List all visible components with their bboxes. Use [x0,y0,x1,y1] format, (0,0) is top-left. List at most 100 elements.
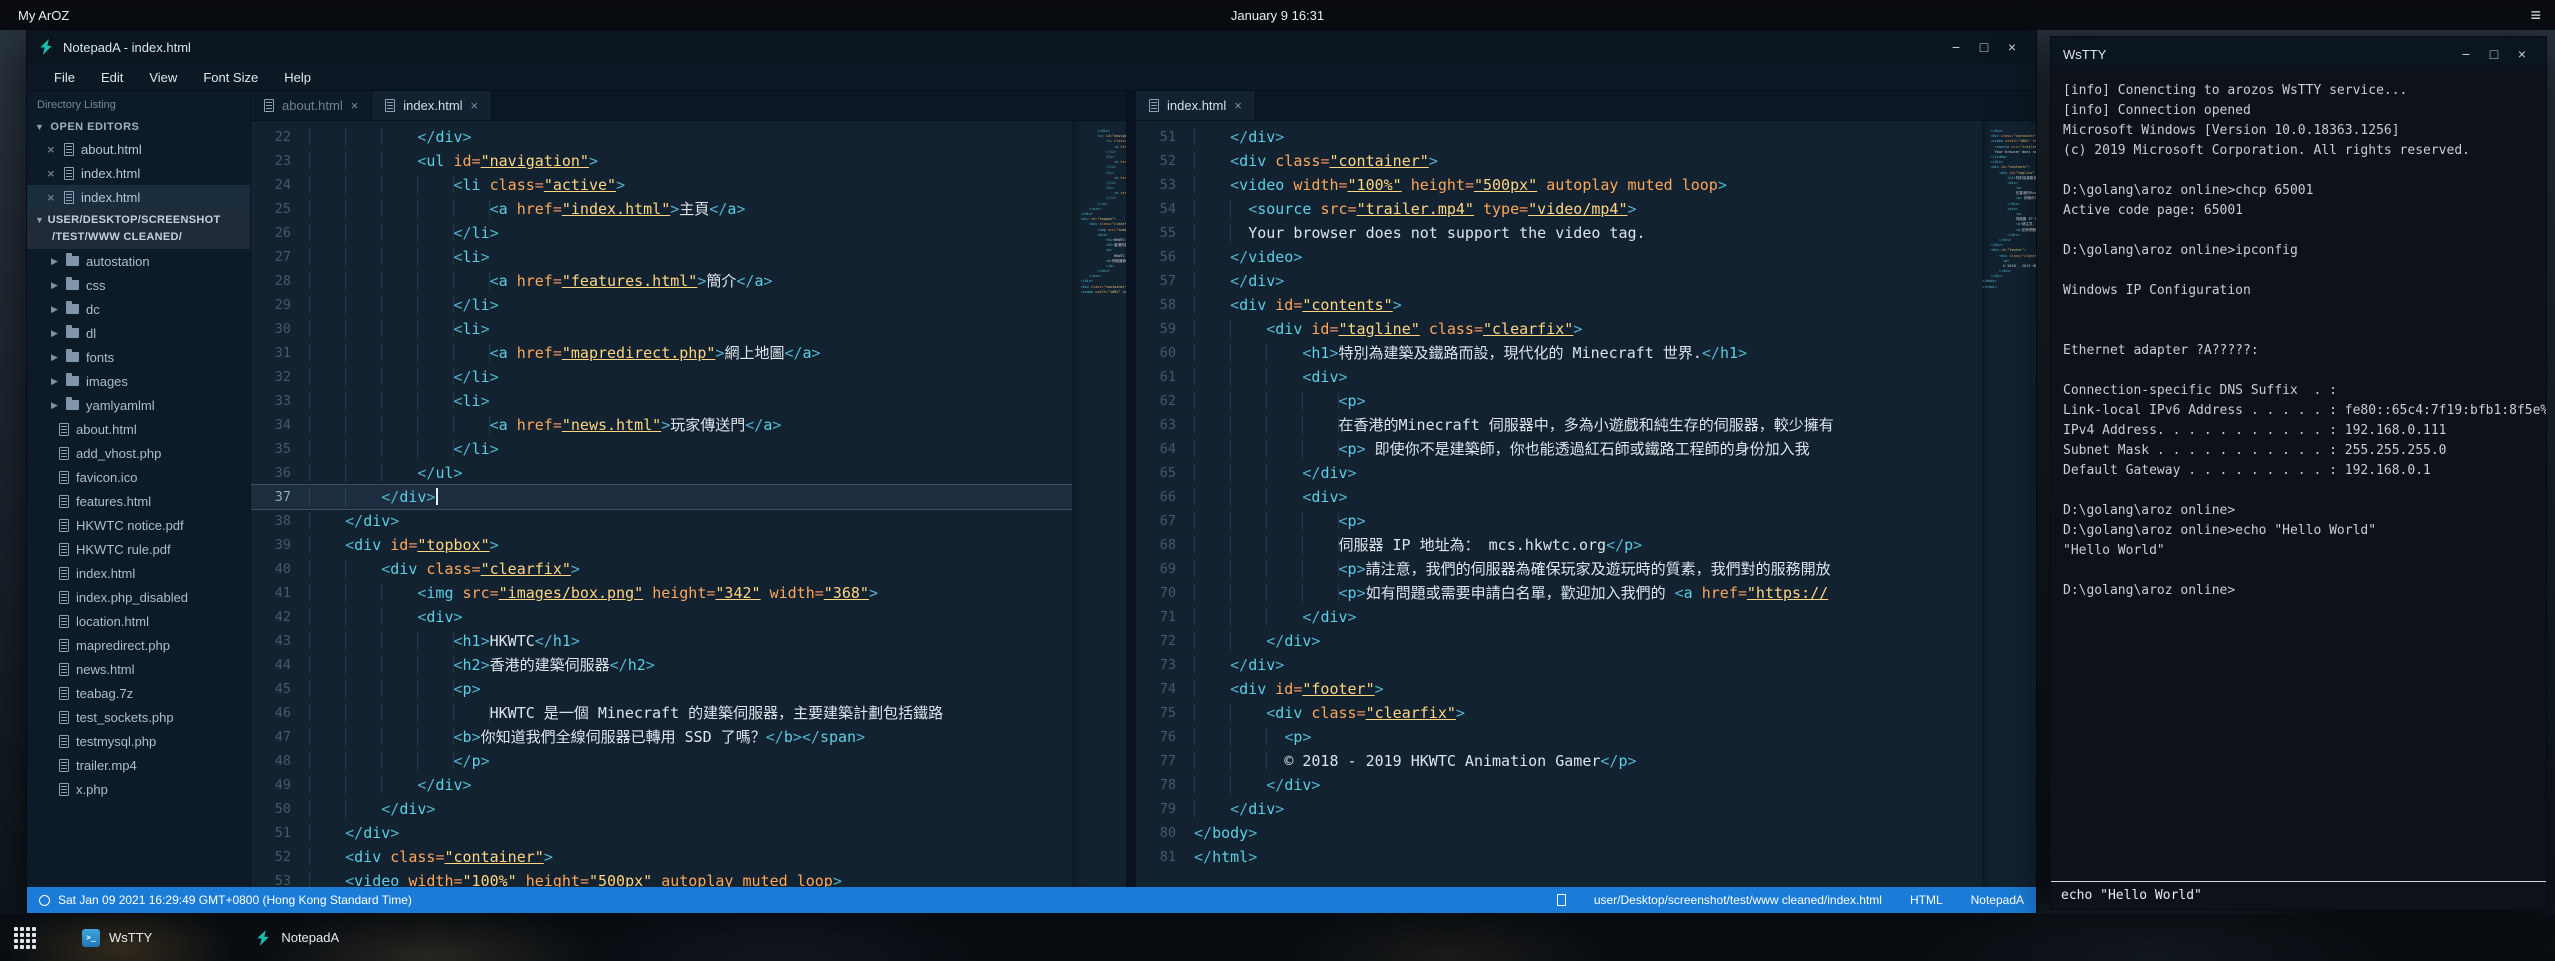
code-line-26[interactable]: 26 </li> [251,221,1072,245]
code-area[interactable]: 22 </div>23 <ul id="navigation">24 <li c… [251,121,1072,887]
code-line-77[interactable]: 77 © 2018 - 2019 HKWTC Animation Gamer</… [1136,749,1982,773]
code-line-56[interactable]: 56 </video> [1136,245,1982,269]
taskbar-item-wstty[interactable]: >_ WsTTY [66,922,168,954]
code-line-43[interactable]: 43 <h1>HKWTC</h1> [251,629,1072,653]
statusbar-language[interactable]: HTML [1910,893,1943,907]
code-line-25[interactable]: 25 <a href="index.html">主頁</a> [251,197,1072,221]
menu-edit[interactable]: Edit [88,64,136,91]
code-line-47[interactable]: 47 <b>你知道我們全線伺服器已轉用 SSD 了嗎？</b></span> [251,725,1072,749]
tree-file[interactable]: trailer.mp4 [27,753,250,777]
wstty-titlebar[interactable]: WsTTY − □ × [2051,37,2546,71]
workspace-header[interactable]: ▼ USER/DESKTOP/SCREENSHOT /TEST/WWW CLEA… [27,209,250,249]
tree-file[interactable]: features.html [27,489,250,513]
close-icon[interactable]: × [47,142,57,157]
code-line-31[interactable]: 31 <a href="mapredirect.php">網上地圖</a> [251,341,1072,365]
code-line-75[interactable]: 75 <div class="clearfix"> [1136,701,1982,725]
menu-font-size[interactable]: Font Size [190,64,271,91]
code-line-32[interactable]: 32 </li> [251,365,1072,389]
code-line-61[interactable]: 61 <div> [1136,365,1982,389]
terminal-input-line[interactable]: echo "Hello World" [2051,881,2546,909]
hamburger-menu-icon[interactable]: ≡ [2530,0,2541,30]
editor-split-divider[interactable] [1126,91,1136,887]
code-line-81[interactable]: 81</html> [1136,845,1982,869]
tree-folder[interactable]: ▶images [27,369,250,393]
code-line-37[interactable]: 37 </div> [251,485,1072,509]
notepad-titlebar[interactable]: NotepadA - index.html − □ × [27,30,2036,64]
code-line-59[interactable]: 59 <div id="tagline" class="clearfix"> [1136,317,1982,341]
code-line-69[interactable]: 69 <p>請注意，我們的伺服器為確保玩家及遊玩時的質素，我們對的服務開放 [1136,557,1982,581]
minimize-button[interactable]: − [2452,37,2480,71]
code-line-41[interactable]: 41 <img src="images/box.png" height="342… [251,581,1072,605]
code-line-54[interactable]: 54 <source src="trailer.mp4" type="video… [1136,197,1982,221]
tree-folder[interactable]: ▶autostation [27,249,250,273]
code-line-64[interactable]: 64 <p> 即使你不是建築師，你也能透過紅石師或鐵路工程師的身份加入我 [1136,437,1982,461]
tree-file[interactable]: HKWTC rule.pdf [27,537,250,561]
code-line-68[interactable]: 68 伺服器 IP 地址為： mcs.hkwtc.org</p> [1136,533,1982,557]
tab-close-icon[interactable]: × [351,98,359,113]
tree-file[interactable]: add_vhost.php [27,441,250,465]
code-line-35[interactable]: 35 </li> [251,437,1072,461]
code-line-80[interactable]: 80</body> [1136,821,1982,845]
tree-file[interactable]: HKWTC notice.pdf [27,513,250,537]
code-line-65[interactable]: 65 </div> [1136,461,1982,485]
code-line-66[interactable]: 66 <div> [1136,485,1982,509]
open-editor-item[interactable]: ×index.html [27,185,250,209]
code-line-50[interactable]: 50 </div> [251,797,1072,821]
tree-folder[interactable]: ▶css [27,273,250,297]
tree-file[interactable]: test_sockets.php [27,705,250,729]
maximize-button[interactable]: □ [2480,37,2508,71]
code-line-79[interactable]: 79 </div> [1136,797,1982,821]
code-line-45[interactable]: 45 <p> [251,677,1072,701]
tree-file[interactable]: news.html [27,657,250,681]
code-line-22[interactable]: 22 </div> [251,125,1072,149]
code-line-23[interactable]: 23 <ul id="navigation"> [251,149,1072,173]
code-line-73[interactable]: 73 </div> [1136,653,1982,677]
statusbar-filepath[interactable]: user/Desktop/screenshot/test/www cleaned… [1594,893,1882,907]
tree-file[interactable]: favicon.ico [27,465,250,489]
code-line-51[interactable]: 51 </div> [251,821,1072,845]
code-line-71[interactable]: 71 </div> [1136,605,1982,629]
code-line-48[interactable]: 48 </p> [251,749,1072,773]
system-menu-title[interactable]: My ArOZ [0,8,69,23]
code-line-42[interactable]: 42 <div> [251,605,1072,629]
code-line-67[interactable]: 67 <p> [1136,509,1982,533]
code-line-53[interactable]: 53 <video width="100%" height="500px" au… [1136,173,1982,197]
code-line-40[interactable]: 40 <div class="clearfix"> [251,557,1072,581]
code-area[interactable]: 51 </div>52 <div class="container">53 <v… [1136,121,1982,887]
code-line-63[interactable]: 63 在香港的Minecraft 伺服器中，多為小遊戲和純生存的伺服器，較少擁有 [1136,413,1982,437]
tree-folder[interactable]: ▶yamlyamlml [27,393,250,417]
code-line-70[interactable]: 70 <p>如有問題或需要申請白名單，歡迎加入我們的 <a href="http… [1136,581,1982,605]
minimap[interactable]: </div> <div class="container"> <video wi… [1982,121,2036,887]
tree-file[interactable]: location.html [27,609,250,633]
terminal-output[interactable]: [info] Conencting to arozos WsTTY servic… [2051,71,2546,881]
tab-about.html[interactable]: about.html× [251,91,372,120]
code-line-53[interactable]: 53 <video width="100%" height="500px" au… [251,869,1072,887]
tree-folder[interactable]: ▶fonts [27,345,250,369]
menu-file[interactable]: File [41,64,88,91]
menu-view[interactable]: View [136,64,190,91]
code-line-27[interactable]: 27 <li> [251,245,1072,269]
code-line-55[interactable]: 55 Your browser does not support the vid… [1136,221,1982,245]
code-line-36[interactable]: 36 </ul> [251,461,1072,485]
code-line-51[interactable]: 51 </div> [1136,125,1982,149]
code-line-46[interactable]: 46 HKWTC 是一個 Minecraft 的建築伺服器，主要建築計劃包括鐵路 [251,701,1072,725]
close-button[interactable]: × [1998,30,2026,64]
minimap[interactable]: </div> <ul id="navigation"> <li class="a… [1072,121,1126,887]
tree-folder[interactable]: ▶dc [27,297,250,321]
open-editor-item[interactable]: ×about.html [27,137,250,161]
tree-file[interactable]: x.php [27,777,250,801]
code-line-33[interactable]: 33 <li> [251,389,1072,413]
tab-index.html[interactable]: index.html× [1136,91,1256,120]
code-line-24[interactable]: 24 <li class="active"> [251,173,1072,197]
maximize-button[interactable]: □ [1970,30,1998,64]
code-line-60[interactable]: 60 <h1>特別為建築及鐵路而設，現代化的 Minecraft 世界.</h1… [1136,341,1982,365]
code-line-62[interactable]: 62 <p> [1136,389,1982,413]
code-line-30[interactable]: 30 <li> [251,317,1072,341]
code-line-52[interactable]: 52 <div class="container"> [1136,149,1982,173]
code-line-78[interactable]: 78 </div> [1136,773,1982,797]
code-line-52[interactable]: 52 <div class="container"> [251,845,1072,869]
tab-close-icon[interactable]: × [1234,98,1242,113]
open-editor-item[interactable]: ×index.html [27,161,250,185]
app-grid-icon[interactable] [10,923,40,953]
minimize-button[interactable]: − [1942,30,1970,64]
